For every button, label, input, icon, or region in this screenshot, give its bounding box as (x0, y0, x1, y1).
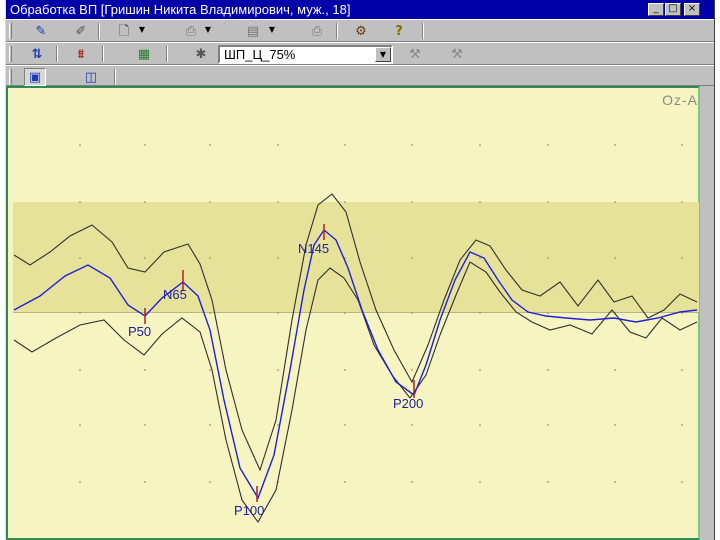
grid-dot (479, 481, 481, 483)
grid-dot (79, 257, 81, 259)
grid-dot (277, 201, 279, 203)
grid-dot (79, 312, 81, 314)
grid-dot (681, 424, 683, 426)
grid-dot (79, 424, 81, 426)
grid-dot (614, 257, 616, 259)
grid-dot (479, 424, 481, 426)
grid-dot (681, 257, 683, 259)
grid-dot (209, 144, 211, 146)
grid-dot (547, 312, 549, 314)
grid-dot (344, 201, 346, 203)
grid-dot (547, 257, 549, 259)
grid-dot (344, 481, 346, 483)
grid-dot (144, 424, 146, 426)
grid-dot (547, 144, 549, 146)
grid-dot (681, 144, 683, 146)
grid-dot (344, 144, 346, 146)
grid-dot (411, 424, 413, 426)
grid-dot (479, 144, 481, 146)
waveform-plot (13, 144, 698, 524)
grid-dot (344, 424, 346, 426)
peak-label-n65: N65 (163, 287, 187, 302)
grid-dot (344, 312, 346, 314)
grid-dot (209, 369, 211, 371)
grid-dot (209, 424, 211, 426)
grid-dot (277, 312, 279, 314)
peak-label-p50: P50 (128, 324, 152, 339)
grid-dot (547, 424, 549, 426)
grid-dot (411, 312, 413, 314)
peak-label-p100: P100 (234, 503, 265, 518)
mean-curve (13, 228, 698, 500)
grid-dot (277, 257, 279, 259)
grid-dot (411, 481, 413, 483)
grid (79, 144, 683, 483)
grid-dot (79, 369, 81, 371)
grid-dot (344, 369, 346, 371)
peak-markers (144, 224, 415, 502)
grid-dot (144, 144, 146, 146)
grid-dot (547, 369, 549, 371)
grid-dot (411, 144, 413, 146)
grid-dot (681, 481, 683, 483)
grid-dot (277, 144, 279, 146)
grid-dot (277, 369, 279, 371)
grid-dot (681, 201, 683, 203)
grid-dot (144, 369, 146, 371)
grid-dot (614, 424, 616, 426)
peak-label-p200: P200 (393, 396, 424, 411)
grid-dot (277, 424, 279, 426)
grid-dot (479, 312, 481, 314)
grid-dot (209, 481, 211, 483)
grid-dot (479, 257, 481, 259)
grid-dot (144, 257, 146, 259)
grid-dot (614, 481, 616, 483)
grid-dot (79, 481, 81, 483)
grid-dot (547, 481, 549, 483)
grid-dot (144, 201, 146, 203)
grid-dot (79, 144, 81, 146)
grid-dot (411, 369, 413, 371)
grid-dot (547, 201, 549, 203)
grid-dot (614, 369, 616, 371)
grid-dot (479, 201, 481, 203)
grid-dot (209, 257, 211, 259)
peak-label-n145: N145 (298, 241, 330, 256)
grid-dot (614, 144, 616, 146)
grid-dot (411, 257, 413, 259)
envelope-lower-curve (13, 261, 698, 524)
grid-dot (614, 201, 616, 203)
grid-dot (479, 369, 481, 371)
grid-dot (79, 201, 81, 203)
grid-dot (411, 201, 413, 203)
grid-dot (144, 481, 146, 483)
grid-dot (209, 312, 211, 314)
grid-dot (681, 369, 683, 371)
grid-dot (209, 201, 211, 203)
